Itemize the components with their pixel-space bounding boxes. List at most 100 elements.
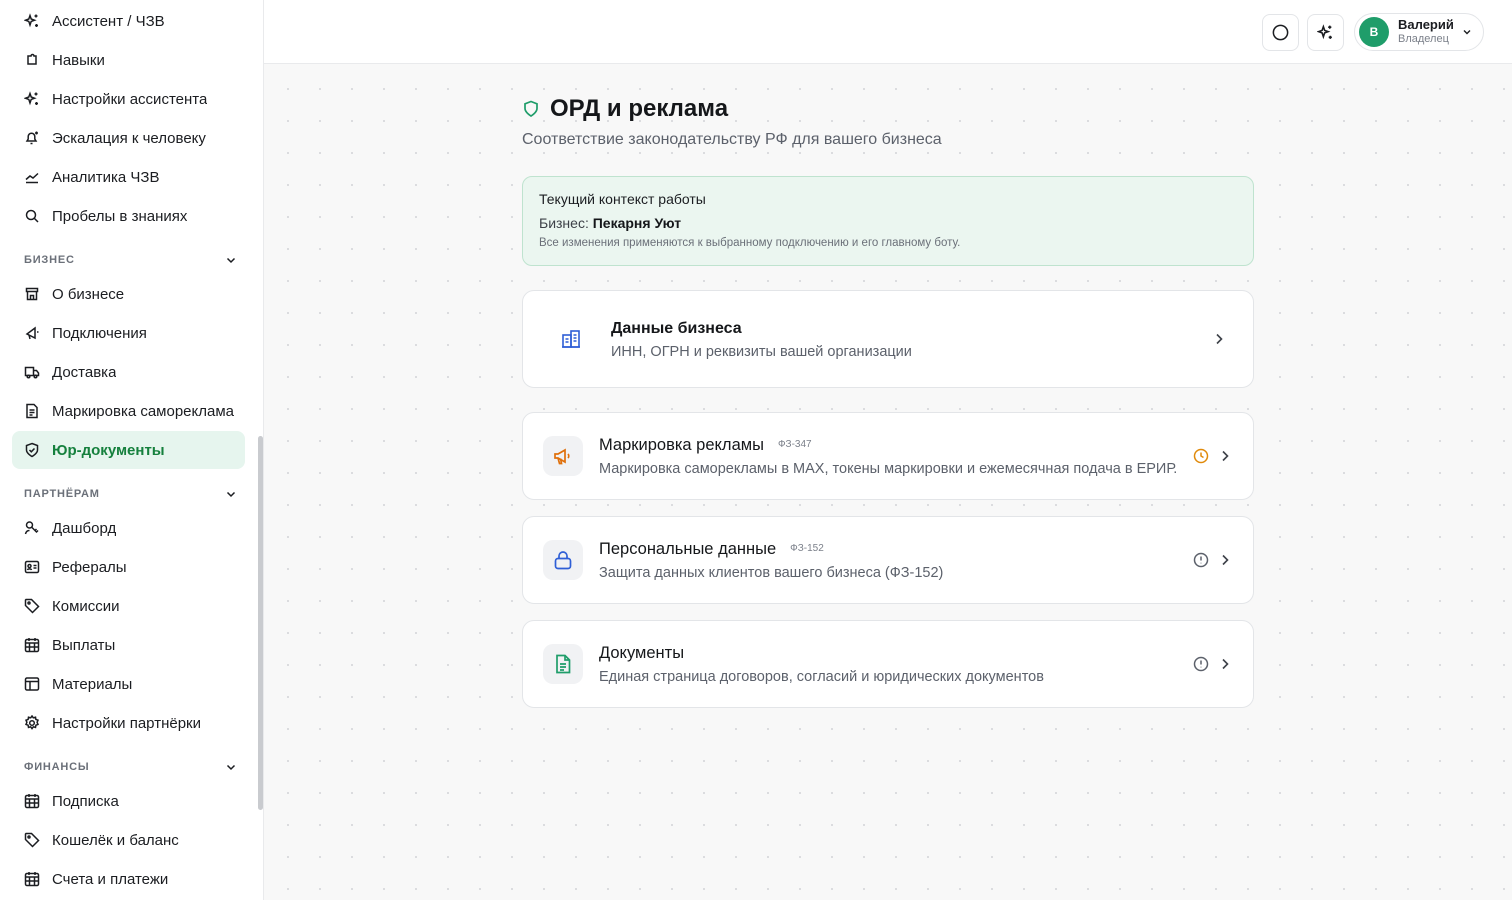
trend-line-icon xyxy=(24,169,40,185)
page-header: ОРД и реклама xyxy=(522,95,728,123)
avatar: В xyxy=(1359,17,1389,47)
sidebar-scrollbar[interactable] xyxy=(258,436,263,810)
card-title-text: Персональные данные xyxy=(599,540,777,558)
sidebar-item-escalation[interactable]: Эскалация к человеку xyxy=(12,119,245,157)
sidebar-item-about-business[interactable]: О бизнесе xyxy=(12,275,245,313)
shield-check-icon xyxy=(24,442,40,458)
alert-circle-icon xyxy=(1193,552,1209,568)
sidebar-item-label: Выплаты xyxy=(52,636,116,654)
alert-circle-icon xyxy=(1193,656,1209,672)
sidebar-item-assistant-faq[interactable]: Ассистент / ЧЗВ xyxy=(12,2,245,40)
sidebar-item-commissions[interactable]: Комиссии xyxy=(12,587,245,625)
sidebar-item-referrals[interactable]: Рефералы xyxy=(12,548,245,586)
sidebar-item-label: Эскалация к человеку xyxy=(52,129,206,147)
file-text-icon xyxy=(543,644,583,684)
calendar-grid-icon xyxy=(24,793,40,809)
sidebar-item-assistant-settings[interactable]: Настройки ассистента xyxy=(12,80,245,118)
card-description: Единая страница договоров, согласий и юр… xyxy=(599,669,1044,685)
search-icon xyxy=(24,208,40,224)
sidebar-item-delivery[interactable]: Доставка xyxy=(12,353,245,391)
ai-assistant-button[interactable] xyxy=(1307,14,1344,51)
sidebar-item-label: Дашборд xyxy=(52,519,117,537)
sparkles-icon xyxy=(24,91,40,107)
document-icon xyxy=(24,403,40,419)
sidebar-item-dashboard[interactable]: Дашборд xyxy=(12,509,245,547)
section-toggle-business[interactable]: БИЗНЕС xyxy=(24,252,238,268)
chevron-right-icon xyxy=(1222,450,1229,462)
plug-icon xyxy=(24,325,40,341)
card-title: Документы xyxy=(599,644,685,662)
card-title-text: Маркировка рекламы xyxy=(599,436,764,454)
context-business-name: Пекарня Уют xyxy=(592,215,682,231)
tag-icon xyxy=(24,832,40,848)
law-badge: ФЗ-347 xyxy=(777,439,812,450)
context-note: Все изменения применяются к выбранному п… xyxy=(539,237,961,249)
sidebar-item-label: Счета и платежи xyxy=(52,870,169,888)
shield-icon xyxy=(524,100,538,117)
sidebar-item-label: Комиссии xyxy=(52,597,120,615)
calendar-grid-icon xyxy=(24,637,40,653)
chevron-down-icon xyxy=(1463,30,1471,35)
card-ad-marking[interactable]: Маркировка рекламы ФЗ-347 Маркировка само… xyxy=(522,412,1254,500)
section-toggle-finance[interactable]: ФИНАНСЫ xyxy=(24,759,238,775)
sidebar-item-label: Ассистент / ЧЗВ xyxy=(52,12,165,30)
user-name: Валерий xyxy=(1398,17,1454,33)
sidebar-item-label: О бизнесе xyxy=(52,285,125,303)
card-title: Персональные данные ФЗ-152 xyxy=(599,540,824,559)
sidebar-item-materials[interactable]: Материалы xyxy=(12,665,245,703)
building-icon xyxy=(551,319,591,359)
gear-icon xyxy=(24,715,40,731)
top-bar: В Валерий Владелец xyxy=(264,0,1512,64)
sidebar-item-self-ad-marking[interactable]: Маркировка самореклама xyxy=(12,392,245,430)
card-business-data[interactable]: Данные бизнеса ИНН, ОГРН и реквизиты ваш… xyxy=(522,290,1254,388)
sidebar-item-label: Подключения xyxy=(52,324,147,342)
sparkles-icon xyxy=(1317,24,1332,40)
puzzle-icon xyxy=(24,52,40,68)
sidebar-item-invoices[interactable]: Счета и платежи xyxy=(12,860,245,898)
sidebar-item-payouts[interactable]: Выплаты xyxy=(12,626,245,664)
card-documents[interactable]: Документы Единая страница договоров, сог… xyxy=(522,620,1254,708)
chevron-down-icon xyxy=(226,491,236,498)
sidebar-item-label: Подписка xyxy=(52,792,119,810)
sidebar-item-knowledge-gaps[interactable]: Пробелы в знаниях xyxy=(12,197,245,235)
user-menu[interactable]: В Валерий Владелец xyxy=(1354,13,1484,51)
sidebar-item-legal-docs[interactable]: Юр-документы xyxy=(12,431,245,469)
user-role: Владелец xyxy=(1398,33,1449,46)
sidebar-item-connections[interactable]: Подключения xyxy=(12,314,245,352)
circle-icon xyxy=(1272,24,1289,41)
megaphone-icon xyxy=(543,436,583,476)
context-business-label: Бизнес: xyxy=(539,215,589,231)
store-icon xyxy=(24,286,40,302)
sidebar-item-label: Доставка xyxy=(52,363,117,381)
sidebar-item-label: Навыки xyxy=(52,51,105,69)
sidebar-item-label: Маркировка самореклама xyxy=(52,402,234,420)
id-card-icon xyxy=(24,559,40,575)
law-badge: ФЗ-152 xyxy=(790,543,824,554)
bell-plus-icon xyxy=(24,130,40,146)
chevron-down-icon xyxy=(226,257,236,264)
layout-icon xyxy=(24,676,40,692)
theme-toggle-button[interactable] xyxy=(1262,14,1299,51)
card-description: Защита данных клиентов вашего бизнеса (Ф… xyxy=(599,565,944,581)
sidebar-item-wallet[interactable]: Кошелёк и баланс xyxy=(12,821,245,859)
sidebar-item-faq-analytics[interactable]: Аналитика ЧЗВ xyxy=(12,158,245,196)
sidebar-item-label: Настройки ассистента xyxy=(52,90,208,108)
page-title: ОРД и реклама xyxy=(550,95,729,122)
section-title: ФИНАНСЫ xyxy=(24,761,90,773)
sidebar-item-partner-settings[interactable]: Настройки партнёрки xyxy=(12,704,245,742)
sidebar-item-label: Рефералы xyxy=(52,558,127,576)
sidebar-item-skills[interactable]: Навыки xyxy=(12,41,245,79)
section-toggle-partners[interactable]: ПАРТНЁРАМ xyxy=(24,486,238,502)
sidebar-item-label: Аналитика ЧЗВ xyxy=(52,168,160,186)
sidebar-item-label: Юр-документы xyxy=(52,441,165,459)
card-description: Маркировка саморекламы в MAX, токены мар… xyxy=(599,461,1178,477)
page-subtitle: Соответствие законодательству РФ для ваш… xyxy=(522,131,942,148)
sidebar-item-label: Материалы xyxy=(52,675,133,693)
chevron-down-icon xyxy=(226,764,236,771)
lock-icon xyxy=(543,540,583,580)
card-title: Данные бизнеса xyxy=(611,320,742,337)
card-personal-data[interactable]: Персональные данные ФЗ-152 Защита данных … xyxy=(522,516,1254,604)
context-business: Бизнес: Пекарня Уют xyxy=(539,215,1237,231)
tag-icon xyxy=(24,598,40,614)
sidebar-item-subscription[interactable]: Подписка xyxy=(12,782,245,820)
